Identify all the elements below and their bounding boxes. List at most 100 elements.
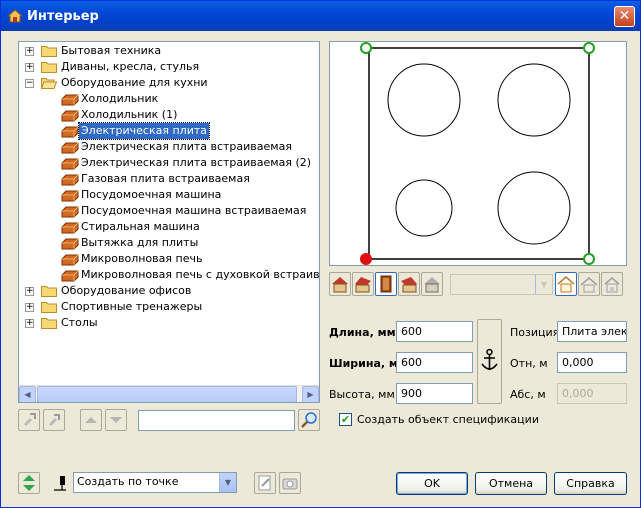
tree-item-row[interactable]: Вытяжка для плиты	[19, 235, 319, 251]
tree-label[interactable]: Бытовая техника	[59, 43, 163, 59]
height-input[interactable]: 900	[396, 383, 473, 404]
arrow-down-icon	[110, 417, 122, 423]
import-icon	[24, 413, 36, 426]
search-button[interactable]	[298, 409, 320, 431]
tree-label-selected[interactable]: Электрическая плита	[78, 122, 210, 140]
expand-icon[interactable]: +	[25, 287, 34, 296]
stove-outline	[368, 47, 590, 260]
tree-folder-row[interactable]: + Столы	[19, 315, 319, 331]
furniture-item-icon	[61, 174, 79, 186]
close-button[interactable]: ✕	[614, 6, 635, 27]
furniture-item-icon	[61, 158, 79, 170]
camera-button[interactable]	[279, 472, 301, 494]
tree-label[interactable]: Оборудование для кухни	[59, 75, 210, 91]
view-left-button[interactable]	[352, 272, 374, 296]
export-button[interactable]	[43, 409, 65, 431]
tree-label[interactable]: Микроволновая печь	[79, 251, 204, 267]
import-button[interactable]	[18, 409, 40, 431]
view-roof-button[interactable]	[578, 272, 600, 296]
position-input[interactable]: Плита элект	[557, 321, 627, 342]
tree-label[interactable]: Посудомоечная машина встраиваемая	[79, 203, 308, 219]
height-label: Высота, мм	[329, 388, 395, 401]
swap-button[interactable]	[18, 472, 40, 494]
expand-icon[interactable]: +	[25, 47, 34, 56]
view-front-button[interactable]	[329, 272, 351, 296]
tree-label[interactable]: Микроволновая печь с духовкой встраиваем…	[79, 267, 319, 283]
tree-label[interactable]: Столы	[59, 315, 100, 331]
tree-folder-row[interactable]: + Бытовая техника	[19, 43, 319, 59]
scroll-right-button[interactable]: ▶	[302, 386, 319, 402]
tree-item-row[interactable]: Электрическая плита встраиваемая	[19, 139, 319, 155]
tree-item-row[interactable]: Микроволновая печь	[19, 251, 319, 267]
view-side-button[interactable]	[375, 272, 397, 296]
tree-item-row[interactable]: Микроволновая печь с духовкой встраиваем…	[19, 267, 319, 283]
expand-icon[interactable]: +	[25, 303, 34, 312]
horizontal-scrollbar[interactable]: ◀ ▶	[19, 385, 319, 402]
view-house-active-button[interactable]	[555, 272, 577, 296]
edit-item-button[interactable]	[254, 472, 276, 494]
window-title: Интерьер	[27, 9, 99, 24]
create-mode-select[interactable]: Создать по точке ▼	[73, 472, 237, 493]
collapse-icon[interactable]: −	[25, 79, 34, 88]
tree-label[interactable]: Диваны, кресла, стулья	[59, 59, 201, 75]
preview-canvas[interactable]	[329, 41, 627, 266]
view-back-button[interactable]	[421, 272, 443, 296]
tree-item-row[interactable]: Газовая плита встраиваемая	[19, 171, 319, 187]
tree-item-row[interactable]: Стиральная машина	[19, 219, 319, 235]
anchor-button[interactable]	[477, 319, 502, 404]
chevron-down-icon[interactable]: ▼	[219, 473, 236, 492]
cancel-button[interactable]: Отмена	[475, 472, 547, 495]
expand-icon[interactable]: +	[25, 63, 34, 72]
house-3d-icon	[604, 277, 620, 293]
tree-label[interactable]: Вытяжка для плиты	[79, 235, 200, 251]
tree-label[interactable]: Оборудование офисов	[59, 283, 193, 299]
tree-item-row[interactable]: Электрическая плита встраиваемая (2)	[19, 155, 319, 171]
view-right-button[interactable]	[398, 272, 420, 296]
furniture-item-icon	[61, 94, 79, 106]
create-spec-label[interactable]: Создать объект спецификации	[357, 413, 539, 426]
tree-label[interactable]: Электрическая плита встраиваемая	[79, 139, 294, 155]
tree-item-row[interactable]: Посудомоечная машина встраиваемая	[19, 203, 319, 219]
length-input[interactable]: 600	[396, 321, 473, 342]
relative-label: Отн, м	[510, 357, 548, 370]
expand-icon[interactable]: +	[25, 319, 34, 328]
tree-label[interactable]: Холодильник (1)	[79, 107, 179, 123]
tree-item-row[interactable]: Холодильник	[19, 91, 319, 107]
scroll-thumb[interactable]	[37, 386, 297, 402]
magnifier-icon	[301, 412, 317, 428]
help-button[interactable]: Справка	[554, 472, 627, 495]
create-spec-checkbox[interactable]: ✔	[339, 413, 352, 426]
handle-bottom-right	[583, 253, 595, 265]
tree-label[interactable]: Спортивные тренажеры	[59, 299, 204, 315]
anchor-icon	[481, 348, 498, 370]
tree-folder-row[interactable]: + Спортивные тренажеры	[19, 299, 319, 315]
search-input[interactable]	[138, 410, 295, 431]
house-back-icon	[424, 277, 440, 293]
tree-folder-row[interactable]: + Оборудование офисов	[19, 283, 319, 299]
ok-button[interactable]: OK	[396, 472, 468, 495]
tree-item-row[interactable]: Холодильник (1)	[19, 107, 319, 123]
relative-input[interactable]: 0,000	[557, 352, 627, 373]
tree-label[interactable]: Стиральная машина	[79, 219, 202, 235]
house-icon	[6, 8, 24, 24]
absolute-input[interactable]: 0,000	[557, 383, 627, 404]
tree-label[interactable]: Электрическая плита встраиваемая (2)	[79, 155, 313, 171]
view-select[interactable]: ▼	[450, 274, 553, 295]
move-down-button[interactable]	[105, 409, 127, 431]
create-mode-value: Создать по точке	[77, 475, 179, 488]
move-up-button[interactable]	[80, 409, 102, 431]
position-label: Позиция	[510, 326, 560, 339]
tree-item-row[interactable]: Электрическая плита	[19, 122, 319, 140]
width-input[interactable]: 600	[396, 352, 473, 373]
furniture-item-icon	[61, 270, 79, 282]
chevron-down-icon[interactable]: ▼	[535, 275, 552, 294]
tree-label[interactable]: Холодильник	[79, 91, 160, 107]
catalog-tree[interactable]: + Бытовая техника + Диваны, кресла, стулья −…	[18, 41, 320, 403]
tree-item-row[interactable]: Посудомоечная машина	[19, 187, 319, 203]
tree-label[interactable]: Газовая плита встраиваемая	[79, 171, 252, 187]
tree-folder-row[interactable]: − Оборудование для кухни	[19, 75, 319, 91]
tree-label[interactable]: Посудомоечная машина	[79, 187, 223, 203]
tree-folder-row[interactable]: + Диваны, кресла, стулья	[19, 59, 319, 75]
scroll-left-button[interactable]: ◀	[19, 386, 36, 402]
view-3d-button[interactable]	[601, 272, 623, 296]
